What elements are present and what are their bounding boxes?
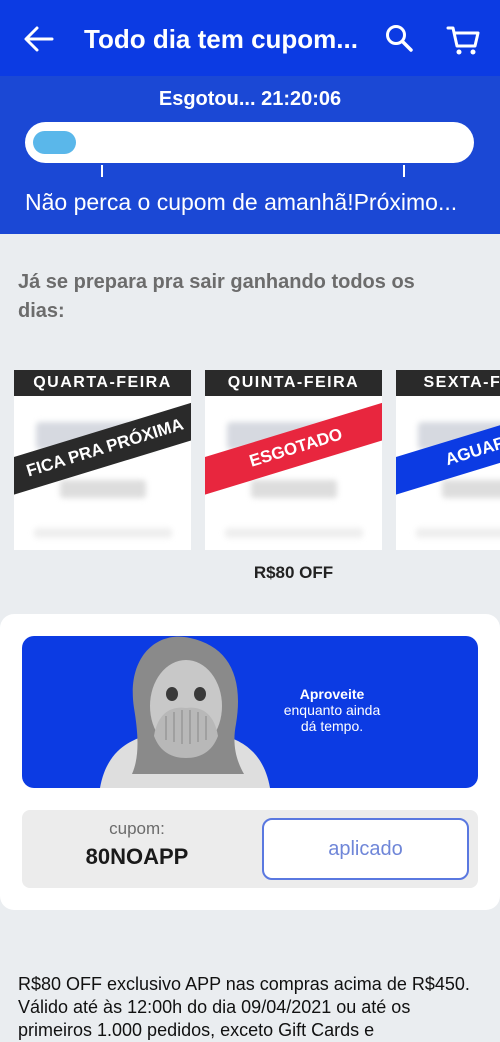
coupon-card-sexta[interactable]: SEXTA-FEIRA AGUARDE xyxy=(396,370,500,550)
section-heading: Já se prepara pra sair ganhando todos os… xyxy=(18,271,415,322)
cart-icon[interactable] xyxy=(446,24,480,56)
applied-button[interactable]: aplicado xyxy=(262,818,469,880)
next-coupon-message: Não perca o cupom de amanhã!Próximo... xyxy=(25,189,458,215)
coupon-panel: Aproveite enquanto ainda dá tempo. cupom… xyxy=(0,614,500,910)
promo-line-3: dá tempo. xyxy=(300,718,364,734)
coupon-carousel[interactable]: QUARTA-FEIRA FICA PRA PRÓXIMA QUINTA-FEI… xyxy=(0,370,500,552)
app-header: Todo dia tem cupom... xyxy=(0,0,500,76)
card-day-label: QUINTA-FEIRA xyxy=(205,370,382,396)
blurred-terms xyxy=(225,528,363,538)
blurred-terms xyxy=(416,528,500,538)
blurred-code xyxy=(60,480,146,498)
promo-line-1: Aproveite xyxy=(299,686,365,702)
card-day-label: QUARTA-FEIRA xyxy=(14,370,191,396)
countdown-status: Esgotou... 21:20:06 xyxy=(158,88,342,110)
coupon-terms: R$80 OFF exclusivo APP nas compras acima… xyxy=(18,974,470,1040)
coupon-card-quinta[interactable]: QUINTA-FEIRA ESGOTADO xyxy=(205,370,382,550)
page-title: Todo dia tem cupom... xyxy=(84,24,358,54)
countdown-banner: Esgotou... 21:20:06 Não perca o cupom de… xyxy=(0,76,500,234)
promo-banner[interactable]: Aproveite enquanto ainda dá tempo. xyxy=(22,636,478,788)
coupon-code: 80NOAPP xyxy=(85,844,189,869)
progress-tick xyxy=(101,165,103,177)
coupon-card-quarta[interactable]: QUARTA-FEIRA FICA PRA PRÓXIMA xyxy=(14,370,191,550)
promo-text: Aproveite enquanto ainda dá tempo. xyxy=(274,686,390,734)
promo-line-2: enquanto ainda xyxy=(283,702,381,718)
progress-fill xyxy=(33,131,76,154)
progress-track xyxy=(25,122,474,163)
blurred-code xyxy=(251,480,337,498)
selected-coupon-value: R$80 OFF xyxy=(253,563,334,582)
surprised-woman-illustration xyxy=(100,636,270,788)
search-icon[interactable] xyxy=(384,23,414,53)
blurred-code xyxy=(442,480,500,498)
blurred-terms xyxy=(34,528,172,538)
coupon-box: cupom: 80NOAPP aplicado xyxy=(22,810,478,888)
arrow-left-icon[interactable] xyxy=(22,22,56,56)
progress-tick xyxy=(403,165,405,177)
coupon-label: cupom: xyxy=(109,819,165,838)
card-day-label: SEXTA-FEIRA xyxy=(396,370,500,396)
